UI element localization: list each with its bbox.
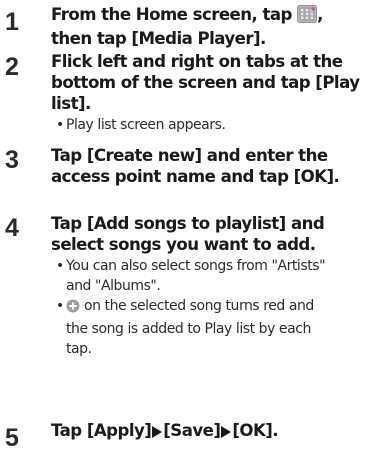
step-title: From the Home screen, tap , then tap [Me… (51, 4, 376, 49)
bullet-text-line: and "Albums". (66, 278, 161, 294)
step-title-text: [OK]. (232, 421, 279, 440)
step-title: Tap [Create new] and enter the access po… (51, 145, 376, 187)
step-title-comma: , (317, 5, 323, 24)
step-title-text: [Save] (163, 421, 221, 440)
step-title-text: then tap [Media Player]. (51, 29, 266, 48)
right-triangle-icon (151, 423, 163, 444)
step-title-text: Flick left and right on tabs at the (51, 52, 343, 71)
step-title-text: Tap [Apply] (51, 421, 152, 440)
bullet-text: You can also select songs from "Artists"… (66, 256, 376, 296)
apps-grid-icon (297, 5, 318, 28)
bullet-text-line: You can also select songs from "Artists" (66, 258, 326, 274)
instruction-steps: 1 From the Home screen, tap , then tap [… (0, 0, 381, 455)
bullet-dot: • (56, 117, 64, 133)
step-number: 3 (5, 146, 19, 174)
step-number: 2 (5, 53, 19, 81)
bullet-text-line: tap. (66, 341, 92, 357)
bullet-text-line: on the selected song turns red and (80, 298, 314, 314)
step-number: 4 (5, 214, 19, 242)
bullet-text: on the selected song turns red and the s… (66, 296, 376, 359)
step-title-text: Tap [Create new] and enter the (51, 146, 328, 165)
step-title: Flick left and right on tabs at the bott… (51, 51, 376, 114)
step-title-text: bottom of the screen and tap [Play (51, 73, 360, 92)
bullet-dot: • (56, 298, 64, 314)
step-number: 5 (5, 424, 19, 452)
step-title-text: select songs you want to add. (51, 235, 316, 254)
step-title-text: Tap [Add songs to playlist] and (51, 214, 325, 233)
right-triangle-icon (220, 423, 232, 444)
bullet-dot: • (56, 258, 64, 274)
step-title: Tap [Add songs to playlist] and select s… (51, 213, 376, 255)
bullet-text: Play list screen appears. (66, 117, 226, 133)
step-title-text: list]. (51, 94, 91, 113)
step-title-text: From the Home screen, tap (51, 5, 292, 24)
step-number: 1 (5, 8, 19, 36)
step-title: Tap [Apply] [Save] [OK]. (51, 420, 376, 444)
step-title-text: access point name and tap [OK]. (51, 167, 340, 186)
bullet-text-line: the song is added to Play list by each (66, 321, 311, 337)
add-circle-icon (66, 299, 80, 319)
